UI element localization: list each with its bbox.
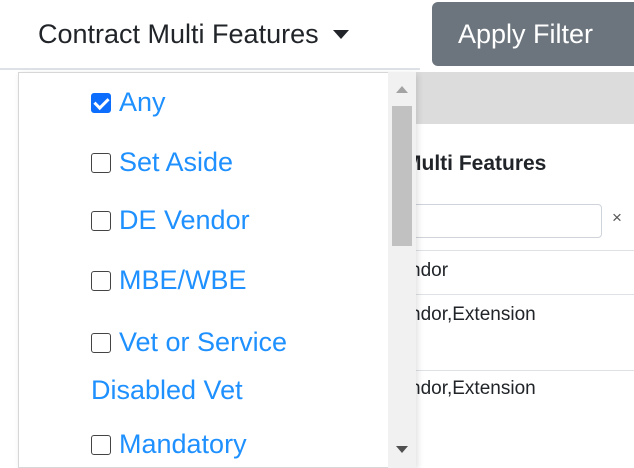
checkbox-unchecked-icon[interactable] [91, 270, 111, 291]
checkbox-unchecked-icon[interactable] [91, 210, 111, 231]
option-label: MBE/WBE [119, 265, 247, 295]
column-header-multi-features: Multi Features [404, 152, 547, 175]
option-mbe-wbe[interactable]: MBE/WBE [91, 265, 247, 296]
dropdown-scrollbar[interactable] [388, 72, 416, 468]
table-header-shade [380, 72, 634, 124]
option-vet-service[interactable]: Vet or Service [91, 327, 287, 358]
scrollbar-thumb[interactable] [392, 106, 412, 246]
checkbox-unchecked-icon[interactable] [91, 332, 111, 353]
scroll-up-icon[interactable] [396, 86, 408, 93]
caret-down-icon [332, 29, 349, 39]
option-any[interactable]: Any [91, 87, 166, 118]
checkbox-unchecked-icon[interactable] [91, 434, 111, 455]
row-divider [380, 294, 634, 295]
checkbox-unchecked-icon[interactable] [91, 152, 111, 173]
clear-icon[interactable]: × [612, 208, 622, 228]
table-cell: ndor,Extension [410, 304, 536, 325]
row-divider [380, 370, 634, 371]
option-label-line2[interactable]: Disabled Vet [91, 375, 243, 406]
checkbox-checked-icon[interactable] [91, 92, 111, 113]
dropdown-toggle-label: Contract Multi Features [38, 18, 319, 49]
option-set-aside[interactable]: Set Aside [91, 147, 233, 178]
option-mandatory[interactable]: Mandatory [91, 429, 247, 460]
option-label: Vet or Service [119, 327, 288, 357]
option-label: Any [119, 87, 166, 117]
contract-multi-features-dropdown-toggle[interactable]: Contract Multi Features [0, 0, 417, 68]
apply-filter-button[interactable]: Apply Filter [432, 2, 634, 66]
option-label: DE Vendor [119, 205, 250, 235]
option-label: Mandatory [119, 429, 247, 459]
table-cell: ndor,Extension [410, 378, 536, 399]
results-table: Multi Features × ndor ndor,Extension ndo… [380, 72, 634, 468]
features-dropdown-menu: Any Set Aside DE Vendor MBE/WBE Vet or S… [18, 72, 416, 468]
toolbar-divider [0, 68, 420, 70]
option-label: Set Aside [119, 147, 234, 177]
option-de-vendor[interactable]: DE Vendor [91, 205, 250, 236]
row-divider [380, 250, 634, 251]
filter-toolbar: Contract Multi Features Apply Filter [0, 0, 634, 72]
scroll-down-icon[interactable] [396, 446, 408, 453]
